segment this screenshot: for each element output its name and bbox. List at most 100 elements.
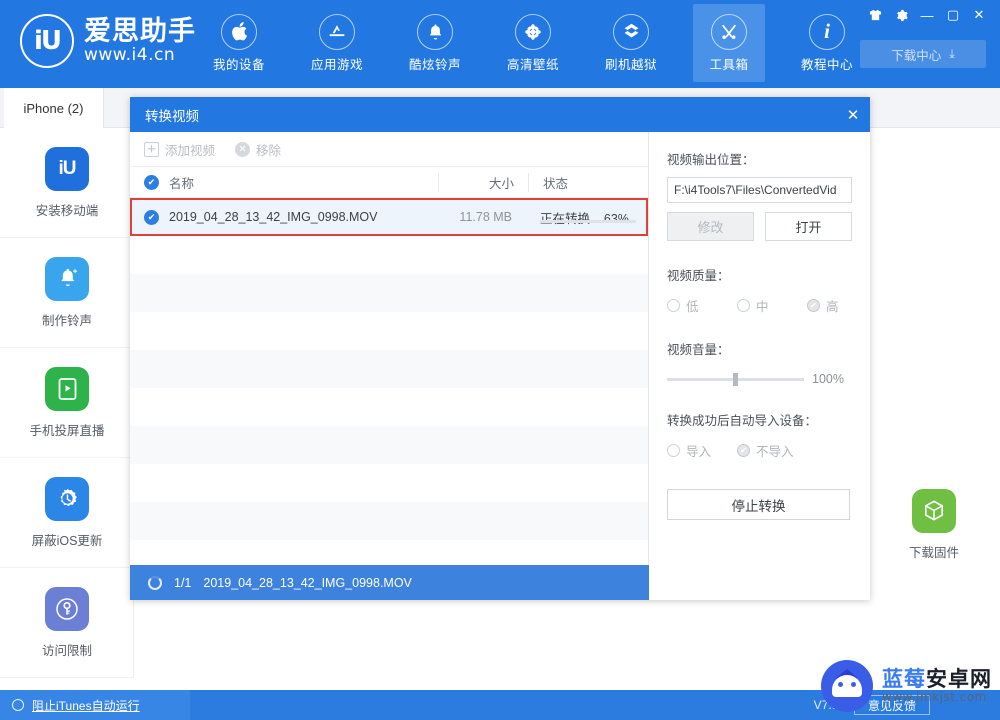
tool-label: 安装移动端 <box>35 203 99 218</box>
dialog-settings-pane: 视频输出位置： 修改 打开 视频质量： 低 <box>649 132 870 600</box>
video-list: ✔ 2019_04_28_13_42_IMG_0998.MOV 11.78 MB… <box>130 198 648 540</box>
output-path-field: 视频输出位置： 修改 打开 <box>649 132 870 241</box>
row-status-text: 正在转换... 63% <box>540 211 629 226</box>
list-column-header: ✔ 名称 大小 状态 <box>130 167 648 198</box>
quality-high-label: 高 <box>826 300 839 314</box>
radio-dot-checked-icon: ✔ <box>737 444 750 457</box>
watermark: 蓝莓安卓网 www.lmkjst.com <box>821 660 992 712</box>
main-navigation: 我的设备 应用游戏 酷炫铃声 高清壁纸 刷机越狱 工具箱 i 教程中心 <box>190 4 876 82</box>
list-item <box>130 236 648 274</box>
auto-import-field: 转换成功后自动导入设备： 导入 ✔ 不导入 <box>649 386 870 460</box>
key-lock-icon <box>45 586 89 631</box>
column-header-name: 名称 <box>169 176 195 191</box>
box-open-icon <box>613 13 649 50</box>
i4-logo-text: iU <box>33 26 62 56</box>
radio-dot-icon <box>667 444 680 457</box>
nav-label: 高清壁纸 <box>506 57 559 72</box>
tool-label: 手机投屏直播 <box>29 423 105 438</box>
ringtone-bell-icon <box>45 256 89 301</box>
quality-low-label: 低 <box>686 300 699 314</box>
nav-item-flash-jailbreak[interactable]: 刷机越狱 <box>595 4 667 82</box>
nav-item-ringtones[interactable]: 酷炫铃声 <box>399 4 471 82</box>
nav-item-toolbox[interactable]: 工具箱 <box>693 4 765 82</box>
tool-make-ringtone[interactable]: 制作铃声 <box>0 238 134 348</box>
list-item <box>130 464 648 502</box>
modify-path-button[interactable]: 修改 <box>667 212 754 241</box>
add-video-label: 添加视频 <box>165 143 216 158</box>
remove-label: 移除 <box>256 143 282 158</box>
skin-icon[interactable] <box>862 4 888 26</box>
tool-screen-mirroring[interactable]: 手机投屏直播 <box>0 348 134 458</box>
list-item <box>130 426 648 464</box>
row-checkbox[interactable]: ✔ <box>144 209 159 225</box>
screen-cast-icon <box>45 366 89 411</box>
nav-item-tutorial-center[interactable]: i 教程中心 <box>791 4 863 82</box>
block-itunes-toggle[interactable]: 阻止iTunes自动运行 <box>0 690 190 720</box>
auto-import-radio-no[interactable]: ✔ 不导入 <box>737 441 794 460</box>
nav-item-my-device[interactable]: 我的设备 <box>203 4 275 82</box>
brand-url: www.i4.cn <box>84 45 176 66</box>
tool-download-firmware[interactable]: 下载固件 <box>867 470 1000 580</box>
tool-block-ios-update[interactable]: 屏蔽iOS更新 <box>0 458 134 568</box>
select-all-checkbox[interactable]: ✔ <box>144 174 159 190</box>
row-filename: 2019_04_28_13_42_IMG_0998.MOV <box>169 210 378 224</box>
video-volume-label: 视频音量： <box>667 343 730 357</box>
list-item <box>130 274 648 312</box>
open-path-button[interactable]: 打开 <box>765 212 852 241</box>
volume-slider-thumb[interactable] <box>733 372 738 386</box>
video-quality-label: 视频质量： <box>667 269 730 283</box>
tool-label: 屏蔽iOS更新 <box>31 533 103 548</box>
right-tool-column: 下载固件 <box>866 470 1000 580</box>
nav-item-apps-games[interactable]: 应用游戏 <box>301 4 373 82</box>
block-itunes-label: 阻止iTunes自动运行 <box>32 698 140 713</box>
column-header-status: 状态 <box>528 172 648 192</box>
footer-counter: 1/1 <box>174 575 192 590</box>
window-controls: — ▢ ✕ <box>862 4 992 26</box>
volume-slider[interactable] <box>667 372 804 386</box>
auto-import-yes-label: 导入 <box>686 445 712 459</box>
firmware-box-icon <box>912 489 956 533</box>
tool-install-mobile-client[interactable]: iU 安装移动端 <box>0 128 134 238</box>
nav-item-wallpapers[interactable]: 高清壁纸 <box>497 4 569 82</box>
settings-gear-icon[interactable] <box>888 4 914 26</box>
stop-convert-button[interactable]: 停止转换 <box>667 489 850 520</box>
output-path-input[interactable] <box>667 177 852 203</box>
dialog-title-bar: 转换视频 ✕ <box>130 97 870 132</box>
nav-label: 教程中心 <box>800 57 853 72</box>
list-toolbar: 添加视频 ✕ 移除 <box>130 132 648 167</box>
apple-icon <box>221 13 257 50</box>
i4-app-icon: iU <box>45 146 89 191</box>
add-video-button[interactable]: 添加视频 <box>144 140 215 159</box>
watermark-title-part1: 蓝莓 <box>882 667 926 691</box>
dialog-title: 转换视频 <box>145 108 199 124</box>
watermark-robot-face <box>832 675 862 697</box>
nav-label: 应用游戏 <box>310 57 363 72</box>
tool-access-restriction[interactable]: 访问限制 <box>0 568 134 678</box>
remove-button[interactable]: ✕ 移除 <box>235 140 281 159</box>
auto-import-radio-yes[interactable]: 导入 <box>667 441 737 460</box>
quality-medium-label: 中 <box>756 300 769 314</box>
list-item <box>130 312 648 350</box>
minimize-icon[interactable]: — <box>914 4 940 26</box>
list-item <box>130 388 648 426</box>
close-icon[interactable]: ✕ <box>966 4 992 26</box>
tool-label: 下载固件 <box>908 546 959 560</box>
tab-iphone[interactable]: iPhone (2) <box>4 88 104 128</box>
i4-app-icon-text: iU <box>58 157 77 179</box>
flower-icon <box>515 13 551 50</box>
quality-radio-medium[interactable]: 中 <box>737 296 807 315</box>
quality-radio-low[interactable]: 低 <box>667 296 737 315</box>
i4-logo-icon: iU <box>20 14 74 68</box>
dialog-close-button[interactable]: ✕ <box>836 97 870 132</box>
output-path-label: 视频输出位置： <box>667 153 755 167</box>
auto-import-no-label: 不导入 <box>756 445 794 459</box>
dialog-list-pane: 添加视频 ✕ 移除 ✔ 名称 大小 状态 ✔ 2019_04_28_13_42_… <box>130 132 649 600</box>
remove-icon: ✕ <box>235 141 251 157</box>
list-item <box>130 502 648 540</box>
download-center-button[interactable]: 下载中心 ⤓ <box>860 40 986 68</box>
nav-label: 工具箱 <box>709 57 749 72</box>
maximize-icon[interactable]: ▢ <box>940 4 966 26</box>
table-row[interactable]: ✔ 2019_04_28_13_42_IMG_0998.MOV 11.78 MB… <box>130 198 648 236</box>
quality-radio-high[interactable]: ✔ 高 <box>807 296 839 315</box>
video-volume-field: 视频音量： 100% <box>649 315 870 386</box>
